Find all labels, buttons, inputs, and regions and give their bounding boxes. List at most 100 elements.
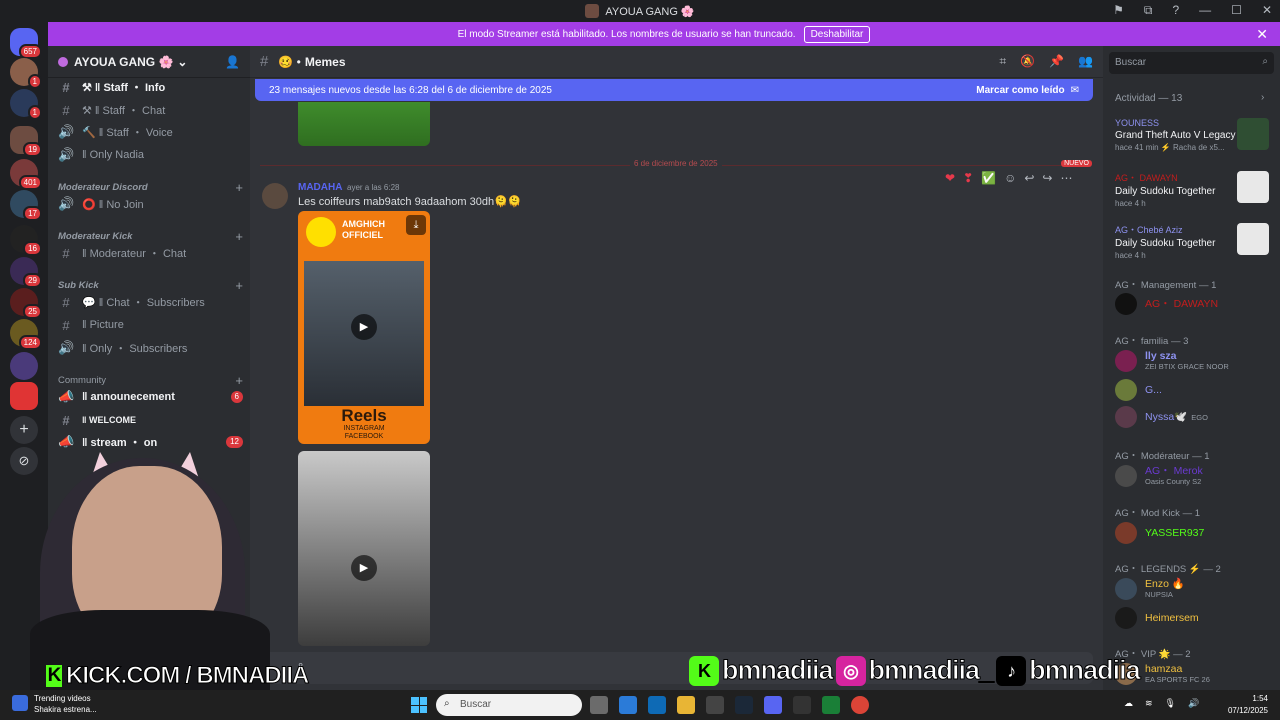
add-member-icon[interactable]: 👤 (225, 55, 240, 69)
disable-streamer-button[interactable]: Deshabilitar (803, 25, 871, 43)
new-messages-bar[interactable]: 23 mensajes nuevos desde las 6:28 del 6 … (255, 79, 1093, 101)
message-author[interactable]: MADAHA (298, 182, 342, 193)
category-header[interactable]: Community + (58, 373, 243, 388)
microphone-icon[interactable]: 🎙 (1165, 698, 1176, 709)
category-header[interactable]: Moderateur Discord + (58, 180, 243, 195)
maximize-icon[interactable]: ☐ (1231, 3, 1242, 18)
channel-item[interactable]: # 💬 ‖ Chat ・ Subscribers (58, 292, 243, 312)
live-server-icon[interactable] (10, 382, 38, 410)
server-icon[interactable]: 25 (10, 288, 42, 319)
add-reaction-icon[interactable]: ☺ (1004, 171, 1016, 185)
taskbar-search[interactable]: ⌕ Buscar (436, 694, 582, 716)
channel-item[interactable]: 🔊 🔨 ‖ Staff ・ Voice (58, 122, 243, 142)
avatar[interactable] (262, 183, 288, 209)
add-channel-icon[interactable]: + (235, 278, 243, 293)
store-icon[interactable] (619, 696, 637, 714)
download-icon[interactable]: ⤓ (406, 215, 426, 235)
channel-item[interactable]: # ⚒ ‖ Staff ・ Chat (58, 100, 243, 120)
more-icon[interactable]: ⋯ (1060, 171, 1072, 185)
help-icon[interactable]: ? (1172, 3, 1179, 18)
add-channel-icon[interactable]: + (235, 373, 243, 388)
channel-item[interactable]: 🔊 ‖ Only ・ Subscribers (58, 338, 243, 358)
pin-icon[interactable]: 📌 (1049, 54, 1064, 69)
threads-icon[interactable]: ⌗ (999, 54, 1006, 69)
volume-icon[interactable]: 🔊 (1188, 698, 1199, 709)
notification-mute-icon[interactable]: 🔕 (1020, 54, 1035, 69)
server-icon[interactable]: 1 (10, 58, 42, 89)
minimize-icon[interactable]: — (1199, 3, 1211, 18)
channel-item[interactable]: # ‖ WELCOME (58, 410, 243, 430)
image-attachment[interactable] (298, 102, 430, 146)
activity-card[interactable]: AG・ DAWAYN Daily Sudoku Together hace 4 … (1115, 171, 1275, 215)
heart-reaction-icon[interactable]: ❣ (963, 171, 973, 185)
member-item[interactable]: Heimersem (1115, 607, 1275, 629)
chevron-right-icon[interactable]: › (1261, 92, 1264, 103)
kick-app-icon[interactable] (822, 696, 840, 714)
app-icon[interactable] (706, 696, 724, 714)
guild-header[interactable]: AYOUA GANG 🌸 ⌄ 👤 (48, 46, 250, 78)
server-icon[interactable]: 1 (10, 89, 42, 120)
play-icon[interactable]: ▶ (351, 314, 377, 340)
activity-card[interactable]: AG・Chebé Aziz Daily Sudoku Together hace… (1115, 223, 1275, 267)
windows-start-icon[interactable] (411, 697, 427, 713)
heart-reaction-icon[interactable]: ❤ (945, 171, 955, 185)
mark-read-button[interactable]: Marcar como leído (976, 85, 1064, 96)
server-icon[interactable] (10, 352, 38, 380)
member-item[interactable]: Nyssa🕊️ EGO (1115, 406, 1275, 428)
close-window-icon[interactable]: ✕ (1262, 3, 1272, 18)
search-icon: ⌕ (1262, 56, 1268, 67)
members-icon[interactable]: 👥 (1078, 54, 1093, 69)
speaker-icon: 🔊 (58, 340, 75, 355)
server-icon[interactable]: 29 (10, 257, 42, 288)
trending-widget[interactable]: Trending videos Shakira estrena... (12, 693, 97, 715)
screen-icon[interactable]: ⧉ (1144, 3, 1153, 18)
channel-item[interactable]: # ⚒ ‖ Staff ・ Info (58, 77, 243, 97)
video-attachment[interactable]: ▶ (298, 451, 430, 646)
reply-icon[interactable]: ↩ (1024, 171, 1034, 185)
forward-icon[interactable]: ↪ (1042, 171, 1052, 185)
channel-item[interactable]: # ‖ Picture (58, 315, 243, 335)
channel-item[interactable]: # ‖ Moderateur ・ Chat (58, 243, 243, 263)
settings-icon[interactable] (793, 696, 811, 714)
wifi-icon[interactable]: ≋ (1145, 698, 1153, 709)
channel-item[interactable]: 🔊 ⭕ ‖ No Join (58, 194, 243, 214)
video-attachment[interactable]: AMGHICH OFFICIEL ⤓ ▶ Reels INSTAGRAM FAC… (298, 211, 430, 444)
check-reaction-icon[interactable]: ✅ (981, 171, 996, 185)
steam-icon[interactable] (735, 696, 753, 714)
play-icon[interactable]: ▶ (351, 555, 377, 581)
server-icon[interactable]: 16 (10, 225, 42, 256)
server-icon[interactable]: 401 (10, 159, 42, 190)
channel-item[interactable]: 🔊 ‖ Only Nadia (58, 145, 243, 165)
discord-icon[interactable] (764, 696, 782, 714)
clock[interactable]: 1:54 07/12/2025 (1228, 693, 1268, 717)
search-input[interactable]: Buscar ⌕ (1109, 52, 1274, 74)
category-header[interactable]: Sub Kick + (58, 278, 243, 293)
folder-icon[interactable] (677, 696, 695, 714)
windows-taskbar: Trending videos Shakira estrena... ⌕ Bus… (0, 690, 1280, 720)
activity-card[interactable]: YOUNESS Grand Theft Auto V Legacy hace 4… (1115, 118, 1275, 162)
task-view-icon[interactable] (590, 696, 608, 714)
chrome-icon[interactable] (851, 696, 869, 714)
server-icon[interactable]: 124 (10, 319, 42, 350)
member-item[interactable]: lly sza ZEI BTIX GRACE NOOR (1115, 350, 1275, 372)
member-name: AG・ DAWAYN (1145, 297, 1219, 310)
category-header[interactable]: Moderateur Kick + (58, 229, 243, 244)
window-titlebar: AYOUA GANG 🌸 ⚑ ⧉ ? — ☐ ✕ (0, 0, 1280, 22)
server-icon[interactable]: 17 (10, 190, 42, 221)
member-item[interactable]: AG・ DAWAYN (1115, 293, 1275, 315)
add-channel-icon[interactable]: + (235, 229, 243, 244)
add-channel-icon[interactable]: + (235, 180, 243, 195)
cloud-icon[interactable]: ☁ (1124, 698, 1133, 709)
channel-item[interactable]: 📣 ‖ announecement 6 (58, 387, 243, 407)
member-item[interactable]: YASSER937 (1115, 522, 1275, 544)
member-item[interactable]: AG・ Merok Oasis County S2 (1115, 465, 1275, 487)
direct-messages-icon[interactable]: 657 (10, 28, 42, 59)
outlook-icon[interactable] (648, 696, 666, 714)
server-icon[interactable]: 19 (10, 126, 42, 157)
member-item[interactable]: G... (1115, 379, 1275, 401)
member-item[interactable]: Enzo 🔥 NUPSIA (1115, 578, 1275, 600)
close-icon[interactable]: ✕ (1256, 26, 1268, 43)
member-status: ZEI BTIX GRACE NOOR (1145, 362, 1229, 371)
mark-read-icon: ✉ (1070, 84, 1079, 96)
inbox-icon[interactable]: ⚑ (1113, 3, 1124, 18)
